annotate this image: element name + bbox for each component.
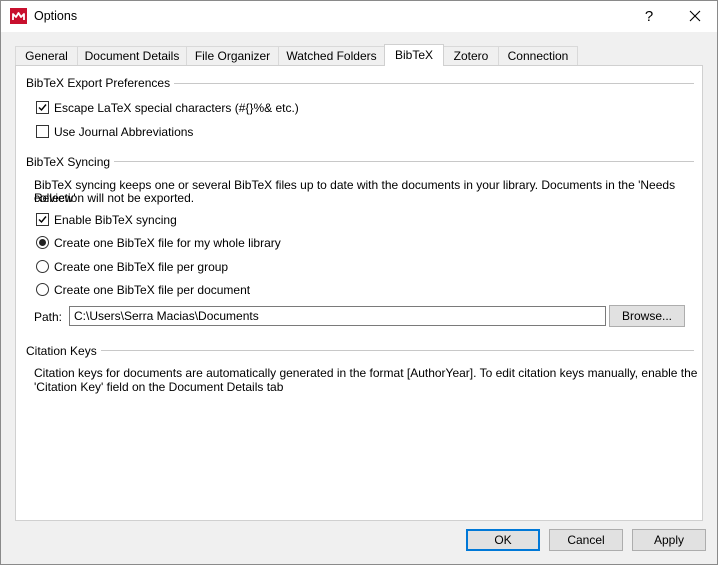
syncing-heading: BibTeX Syncing [26,155,115,169]
browse-button[interactable]: Browse... [609,305,685,327]
bibtex-panel: BibTeX Export Preferences Escape LaTeX s… [15,65,703,521]
cancel-button[interactable]: Cancel [549,529,623,551]
export-prefs-heading: BibTeX Export Preferences [26,76,175,90]
title-bar: Options ? [1,1,717,32]
checkmark-icon [38,216,47,224]
path-label: Path: [34,310,63,324]
ok-button[interactable]: OK [466,529,540,551]
syncing-description-line2: collection will not be exported. [34,191,195,205]
radio-per-document[interactable] [36,283,49,296]
help-button[interactable]: ? [635,3,663,29]
enable-syncing-checkbox[interactable] [36,213,49,226]
citation-keys-heading: Citation Keys [26,344,101,358]
escape-latex-label: Escape LaTeX special characters (#{}%& e… [54,101,299,115]
checkmark-icon [38,104,47,112]
enable-syncing-label: Enable BibTeX syncing [54,213,177,227]
escape-latex-checkbox[interactable] [36,101,49,114]
divider [26,350,694,351]
radio-per-group[interactable] [36,260,49,273]
journal-abbrev-label: Use Journal Abbreviations [54,125,194,139]
tab-watched-folders[interactable]: Watched Folders [278,46,385,65]
window-title: Options [34,9,78,23]
tab-bibtex[interactable]: BibTeX [384,44,444,66]
close-icon [689,10,701,22]
radio-per-group-label: Create one BibTeX file per group [54,260,229,274]
tab-file-organizer[interactable]: File Organizer [186,46,279,65]
path-input[interactable] [69,306,606,326]
tab-connection[interactable]: Connection [498,46,578,65]
options-dialog: Options ? General Document Details File … [0,0,718,565]
citation-description-line1: Citation keys for documents are automati… [34,366,698,380]
tab-general[interactable]: General [15,46,78,65]
close-button[interactable] [677,3,713,29]
radio-whole-library-label: Create one BibTeX file for my whole libr… [54,236,281,250]
radio-whole-library[interactable] [36,236,49,249]
apply-button[interactable]: Apply [632,529,706,551]
divider [26,161,694,162]
tab-document-details[interactable]: Document Details [77,46,187,65]
citation-description-line2: 'Citation Key' field on the Document Det… [34,380,284,394]
radio-per-document-label: Create one BibTeX file per document [54,283,251,297]
mendeley-app-icon [10,8,27,24]
journal-abbrev-checkbox[interactable] [36,125,49,138]
tab-zotero[interactable]: Zotero [443,46,499,65]
radio-selected-dot [39,239,46,246]
